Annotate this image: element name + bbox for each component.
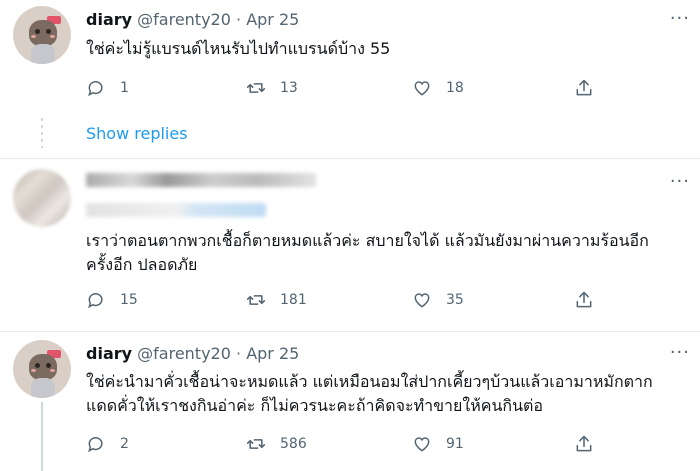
reply-icon xyxy=(88,81,103,97)
display-name[interactable]: diary xyxy=(86,10,132,29)
tweet-date[interactable]: Apr 25 xyxy=(246,344,299,363)
heart-icon xyxy=(414,81,430,96)
like-count: 18 xyxy=(446,80,464,96)
tweet-actions: 2 586 91 xyxy=(86,432,626,456)
tweet-actions: 15 181 35 xyxy=(86,288,626,312)
avatar[interactable] xyxy=(13,169,71,227)
like-button[interactable]: 91 xyxy=(412,432,464,456)
tweet-text-line: แดดคั่วให้เราชงกินอ่าค่ะ ก็ไม่ควรนะคะถ้า… xyxy=(86,396,544,415)
tweet-text-line: ครั้งอีก ปลอดภัย xyxy=(86,255,198,274)
share-icon xyxy=(576,79,592,96)
user-handle[interactable]: @farenty20 xyxy=(137,344,231,363)
share-icon xyxy=(576,291,592,308)
tweet-text: เราว่าตอนตากพวกเชื้อก็ตายหมดแล้วค่ะ สบาย… xyxy=(86,229,686,277)
more-options-icon[interactable]: ··· xyxy=(670,344,690,362)
show-replies-link[interactable]: Show replies xyxy=(86,124,188,143)
tweet-header: diary @farenty20 · Apr 25 xyxy=(86,10,299,29)
share-button[interactable] xyxy=(574,288,608,312)
retweet-count: 586 xyxy=(280,436,307,452)
blurred-name xyxy=(86,173,316,187)
thread-line xyxy=(41,402,43,471)
retweet-button[interactable]: 586 xyxy=(246,432,307,456)
heart-icon xyxy=(414,437,430,452)
retweet-icon xyxy=(246,439,266,449)
user-handle[interactable]: @farenty20 xyxy=(137,10,231,29)
share-icon xyxy=(576,435,592,452)
tweet-header: diary @farenty20 · Apr 25 xyxy=(86,344,299,363)
reply-count: 2 xyxy=(120,436,129,452)
reply-count: 15 xyxy=(120,292,138,308)
reply-icon xyxy=(88,437,103,453)
avatar[interactable] xyxy=(13,6,71,64)
display-name[interactable]: diary xyxy=(86,344,132,363)
like-count: 91 xyxy=(446,436,464,452)
tweet-text: ใช่ค่ะไม่รู้แบรนด์ไหนรับไปทำแบรนด์บ้าง 5… xyxy=(86,39,391,58)
tweet-text: ใช่ค่ะนำมาคั่วเชื้อน่าจะหมดแล้ว แต่เหมือ… xyxy=(86,370,686,418)
reply-button[interactable]: 1 xyxy=(86,76,129,100)
like-count: 35 xyxy=(446,292,464,308)
tweet-date[interactable]: Apr 25 xyxy=(246,10,299,29)
heart-icon xyxy=(414,293,430,308)
tweet-1[interactable]: diary @farenty20 · Apr 25 ··· ใช่ค่ะไม่ร… xyxy=(0,0,700,160)
retweet-button[interactable]: 181 xyxy=(246,288,307,312)
tweet-text-line: เราว่าตอนตากพวกเชื้อก็ตายหมดแล้วค่ะ สบาย… xyxy=(86,231,649,250)
tweet-2[interactable]: ··· เราว่าตอนตากพวกเชื้อก็ตายหมดแล้วค่ะ … xyxy=(0,159,700,331)
retweet-count: 13 xyxy=(280,80,298,96)
reply-button[interactable]: 2 xyxy=(86,432,129,456)
tweet-text-line: ใช่ค่ะนำมาคั่วเชื้อน่าจะหมดแล้ว แต่เหมือ… xyxy=(86,372,653,391)
tweet-actions: 1 13 18 xyxy=(86,76,626,100)
thread-dotted-line xyxy=(41,118,43,148)
reply-icon xyxy=(88,293,103,309)
retweet-button[interactable]: 13 xyxy=(246,76,298,100)
reply-count: 1 xyxy=(120,80,129,96)
more-options-icon[interactable]: ··· xyxy=(670,10,690,28)
tweet-3[interactable]: diary @farenty20 · Apr 25 ··· ใช่ค่ะนำมา… xyxy=(0,332,700,471)
blurred-reply-to xyxy=(86,203,266,217)
avatar[interactable] xyxy=(13,340,71,398)
retweet-icon xyxy=(246,83,266,93)
like-button[interactable]: 18 xyxy=(412,76,464,100)
share-button[interactable] xyxy=(574,432,608,456)
reply-button[interactable]: 15 xyxy=(86,288,138,312)
more-options-icon[interactable]: ··· xyxy=(670,173,690,191)
separator-dot: · xyxy=(236,344,242,363)
like-button[interactable]: 35 xyxy=(412,288,464,312)
retweet-count: 181 xyxy=(280,292,307,308)
separator-dot: · xyxy=(236,10,242,29)
retweet-icon xyxy=(246,295,266,305)
share-button[interactable] xyxy=(574,76,608,100)
